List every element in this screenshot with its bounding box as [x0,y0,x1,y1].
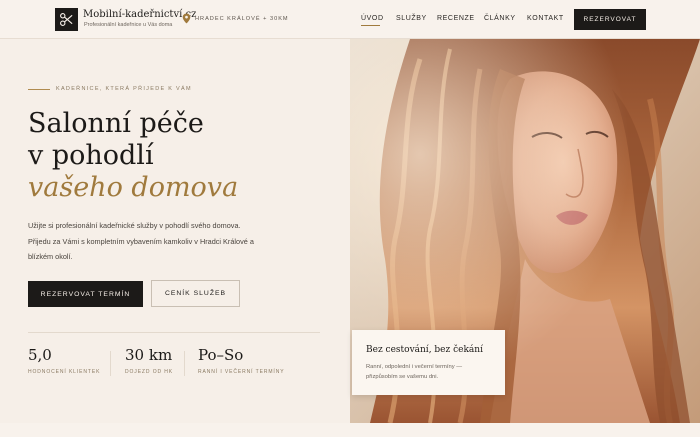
hero-title-line-1: Salonní péče [28,108,204,139]
eyebrow-divider [28,89,50,90]
stat-rating-label: HODNOCENÍ KLIENTEK [28,369,101,375]
site-header: Mobilní-kadeřnictví.cz Profesionální kad… [0,0,700,39]
hero-description: Užijte si profesionální kadeřnické služb… [28,221,254,261]
map-pin-icon [182,13,191,24]
nav-active-indicator [361,25,380,26]
header-reserve-button[interactable]: REZERVOVAT [574,9,646,30]
nav-item-uvod[interactable]: ÚVOD [361,15,384,22]
nav-item-kontakt[interactable]: KONTAKT [527,15,564,22]
stat-hours-label: RANNÍ I VEČERNÍ TERMÍNY [198,369,285,375]
stat-hours-value: Po–So [198,346,244,364]
info-card-text: Ranní, odpolední i večerní termíny — při… [366,364,463,380]
brand-tagline: Profesionální kadeřnice u Vás doma [84,22,173,28]
nav-item-sluzby[interactable]: SLUŽBY [396,15,427,22]
stat-distance-label: DOJEZD OD HK [125,369,174,375]
stats-divider [28,332,320,333]
hero-title-line-2: v pohodlí [28,140,154,171]
nav-item-clanky[interactable]: ČLÁNKY [484,15,516,22]
stat-rating-value: 5,0 [28,346,52,364]
nav-item-recenze[interactable]: RECENZE [437,15,475,22]
hero-eyebrow: KADEŘNICE, KTERÁ PŘIJEDE K VÁM [56,86,192,92]
reserve-appointment-button[interactable]: REZERVOVAT TERMÍN [28,281,143,307]
info-card: Bez cestování, bez čekání Ranní, odpoled… [352,330,505,395]
location-text: HRADEC KRÁLOVÉ + 30KM [195,16,289,22]
stat-separator [184,351,185,376]
hero-title-line-3: vašeho domova [28,172,239,203]
stat-distance-value: 30 km [125,346,173,364]
price-list-button[interactable]: CENÍK SLUŽEB [151,280,240,307]
page-bottom-edge [0,423,700,437]
brand-name[interactable]: Mobilní-kadeřnictví.cz [83,9,196,20]
scissors-logo-icon[interactable] [55,8,78,31]
stat-separator [110,351,111,376]
info-card-title: Bez cestování, bez čekání [366,345,483,355]
